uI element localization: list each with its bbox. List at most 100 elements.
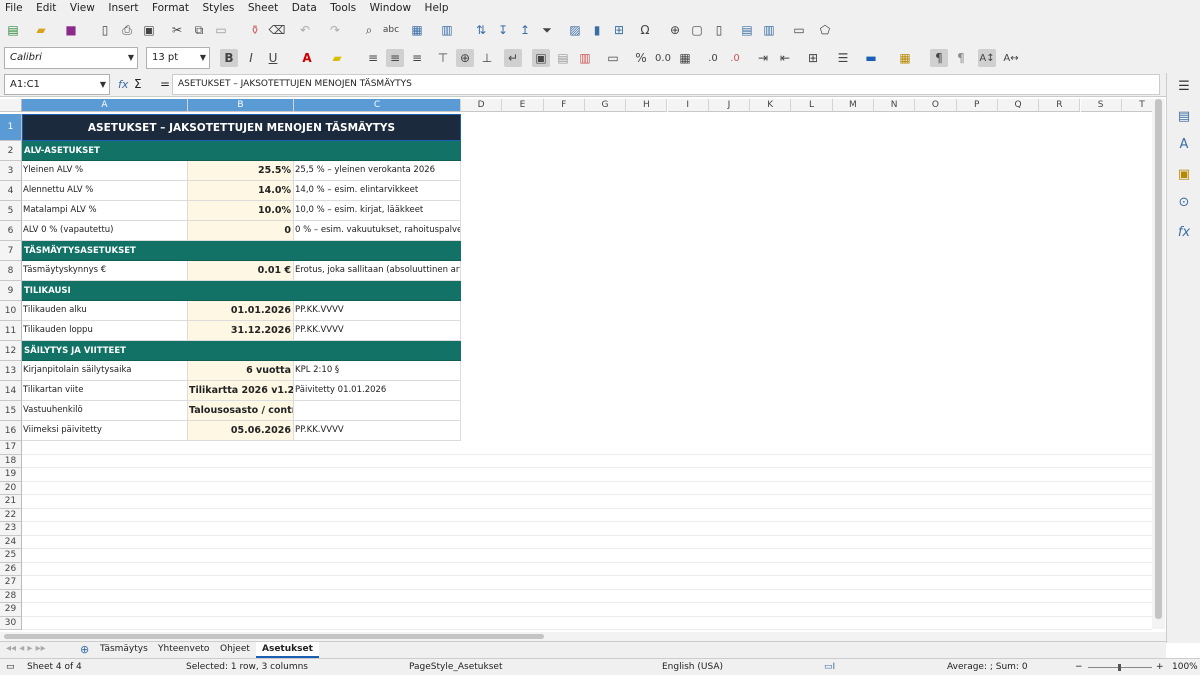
menu-styles[interactable]: Styles — [197, 0, 239, 14]
menu-insert[interactable]: Insert — [103, 0, 143, 14]
setting-note-cell[interactable]: PP.KK.VVVV — [294, 301, 461, 321]
menu-help[interactable]: Help — [420, 0, 454, 14]
define-print-area-icon[interactable]: ▤ — [738, 21, 756, 39]
split-window-icon[interactable]: ▭ — [790, 21, 808, 39]
unmerge-cells-icon[interactable]: ▥ — [576, 49, 594, 67]
freeze-rows-icon[interactable]: ▥ — [760, 21, 778, 39]
undo-icon[interactable]: ↶ — [296, 21, 314, 39]
row-header[interactable]: 30 — [0, 616, 22, 630]
name-box[interactable]: A1:C1 ▼ — [4, 74, 110, 95]
row-header[interactable]: 20 — [0, 481, 22, 495]
tab-nav-arrows-icon[interactable]: ◂◂ ◂ ▸ ▸▸ — [6, 643, 46, 654]
font-name-combo[interactable]: Calibri ▼ — [4, 47, 138, 69]
column-header[interactable]: C — [294, 99, 461, 112]
clone-formatting-icon[interactable]: ⚱ — [246, 21, 264, 39]
styles-icon[interactable]: A — [1175, 135, 1193, 153]
tab-asetukset[interactable]: Asetukset — [256, 642, 319, 658]
row-header[interactable]: 1 — [0, 114, 22, 141]
zoom-slider-thumb[interactable] — [1118, 664, 1121, 671]
row-header[interactable]: 16 — [0, 421, 22, 441]
setting-label-cell[interactable]: Tilikauden loppu — [22, 321, 188, 341]
setting-note-cell[interactable]: 25,5 % – yleinen verokanta 2026 — [294, 161, 461, 181]
show-draw-functions-icon[interactable]: ⬠ — [816, 21, 834, 39]
headers-footers-icon[interactable]: ▯ — [710, 21, 728, 39]
align-center-icon[interactable]: ≡ — [386, 49, 404, 67]
vertical-scroll-thumb[interactable] — [1155, 99, 1162, 619]
align-top-icon[interactable]: ⊤ — [434, 49, 452, 67]
sort-descending-icon[interactable]: ↥ — [516, 21, 534, 39]
export-pdf-icon[interactable]: ▯ — [96, 21, 114, 39]
insert-chart-icon[interactable]: ▮ — [588, 21, 606, 39]
column-header[interactable]: P — [956, 99, 998, 112]
paste-icon[interactable]: ▭ — [212, 21, 230, 39]
font-size-combo[interactable]: 13 pt ▼ — [146, 47, 210, 69]
row-header[interactable]: 8 — [0, 261, 22, 281]
section-alv[interactable]: ALV-ASETUKSET — [22, 141, 461, 161]
autofilter-icon[interactable]: ⏷ — [538, 21, 556, 39]
setting-value-cell[interactable]: 6 vuotta — [188, 361, 294, 381]
column-header[interactable]: Q — [997, 99, 1040, 112]
column-header[interactable]: F — [543, 99, 585, 112]
setting-note-cell[interactable]: 0 % – esim. vakuutukset, rahoituspalvelu… — [294, 221, 461, 241]
menu-format[interactable]: Format — [147, 0, 194, 14]
status-pagestyle[interactable]: PageStyle_Asetukset — [409, 662, 502, 672]
setting-note-cell[interactable]: Erotus, joka sallitaan (absoluuttinen ar… — [294, 261, 461, 281]
row-header[interactable]: 5 — [0, 201, 22, 221]
setting-value-cell[interactable]: 14.0% — [188, 181, 294, 201]
column-header[interactable]: S — [1080, 99, 1122, 112]
special-character-icon[interactable]: Ω — [636, 21, 654, 39]
row-header[interactable]: 10 — [0, 301, 22, 321]
setting-value-cell[interactable]: 0.01 € — [188, 261, 294, 281]
bold-button[interactable]: B — [220, 49, 238, 67]
text-direction-ltr-icon[interactable]: ¶ — [930, 49, 948, 67]
row-header[interactable]: 14 — [0, 381, 22, 401]
borders-icon[interactable]: ⊞ — [804, 49, 822, 67]
function-wizard-icon[interactable]: fx — [118, 78, 128, 91]
selection-mode-icon[interactable]: ▭I — [824, 662, 835, 672]
column-header[interactable]: K — [750, 99, 792, 112]
setting-note-cell[interactable]: PP.KK.VVVV — [294, 421, 461, 441]
add-decimal-icon[interactable]: .0 — [704, 49, 722, 67]
conditional-format-icon[interactable]: ▦ — [896, 49, 914, 67]
tab-tasmaytys[interactable]: Täsmäytys — [94, 642, 154, 658]
hyperlink-icon[interactable]: ⊕ — [666, 21, 684, 39]
underline-button[interactable]: U — [264, 49, 282, 67]
align-left-icon[interactable]: ≡ — [364, 49, 382, 67]
pivot-table-icon[interactable]: ⊞ — [610, 21, 628, 39]
row-header[interactable]: 3 — [0, 161, 22, 181]
zoom-level[interactable]: 100% — [1172, 662, 1198, 672]
section-tilikausi[interactable]: TILIKAUSI — [22, 281, 461, 301]
zoom-slider[interactable] — [1088, 664, 1152, 671]
vertical-text-icon[interactable]: A↕ — [978, 49, 996, 67]
setting-value-cell[interactable]: 25.5% — [188, 161, 294, 181]
status-language[interactable]: English (USA) — [662, 662, 723, 672]
merge-center-icon[interactable]: ▣ — [532, 49, 550, 67]
setting-value-cell[interactable]: Tilikartta 2026 v1.2 — [188, 381, 294, 401]
align-right-icon[interactable]: ≡ — [408, 49, 426, 67]
row-header[interactable]: 19 — [0, 468, 22, 482]
align-bottom-icon[interactable]: ⊥ — [478, 49, 496, 67]
row-header[interactable]: 17 — [0, 441, 22, 455]
menu-view[interactable]: View — [65, 0, 100, 14]
column-header[interactable]: R — [1039, 99, 1081, 112]
setting-note-cell[interactable] — [294, 401, 461, 421]
column-header[interactable]: I — [667, 99, 709, 112]
add-sheet-icon[interactable]: ⊕ — [80, 643, 89, 656]
spelling-icon[interactable]: abc — [382, 21, 400, 39]
row-header[interactable]: 24 — [0, 535, 22, 549]
row-header[interactable]: 25 — [0, 549, 22, 563]
row-header[interactable]: 21 — [0, 495, 22, 509]
delete-decimal-icon[interactable]: .0 — [726, 49, 744, 67]
row-header[interactable]: 28 — [0, 589, 22, 603]
section-sailytys[interactable]: SÄILYTYS JA VIITTEET — [22, 341, 461, 361]
increase-indent-icon[interactable]: ⇥ — [754, 49, 772, 67]
number-format-icon[interactable]: 0.0 — [654, 49, 672, 67]
row-icon[interactable]: ▦ — [408, 21, 426, 39]
comment-icon[interactable]: ▢ — [688, 21, 706, 39]
merge-cells-icon[interactable]: ▤ — [554, 49, 572, 67]
sort-ascending-icon[interactable]: ↧ — [494, 21, 512, 39]
row-header[interactable]: 27 — [0, 576, 22, 590]
horizontal-scroll-thumb[interactable] — [4, 634, 544, 639]
row-header[interactable]: 9 — [0, 281, 22, 301]
setting-note-cell[interactable]: KPL 2:10 § — [294, 361, 461, 381]
